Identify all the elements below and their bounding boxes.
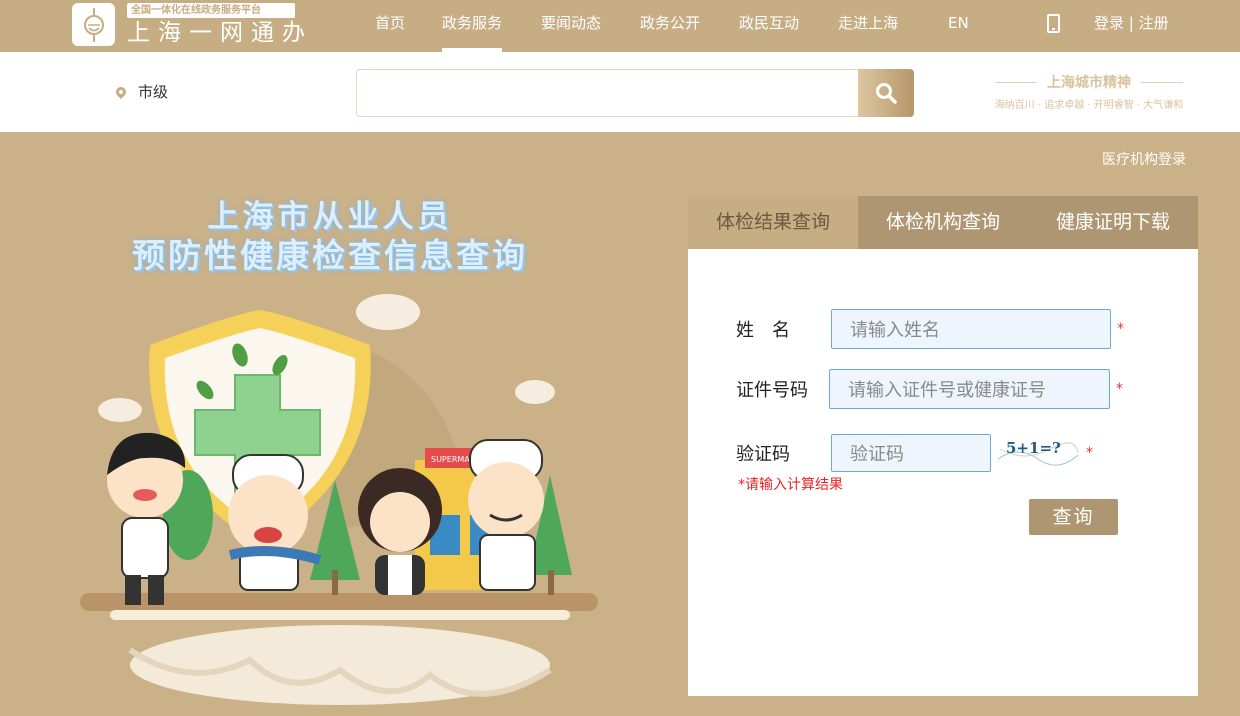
- nav-english[interactable]: EN: [948, 0, 969, 52]
- hero-title-line1: 上海市从业人员: [207, 199, 453, 235]
- id-number-label: 证件号码: [736, 380, 808, 401]
- query-tabs: 体检结果查询 体检机构查询 健康证明下载: [688, 196, 1198, 249]
- svg-text:5+1=?: 5+1=?: [1006, 439, 1061, 457]
- nav-interaction[interactable]: 政民互动: [739, 0, 799, 52]
- required-mark: *: [1117, 321, 1124, 337]
- svg-text:SUPERMA: SUPERMA: [431, 455, 470, 464]
- required-mark: *: [1086, 445, 1093, 461]
- id-number-input[interactable]: 请输入证件号或健康证号: [829, 369, 1110, 409]
- nav-home[interactable]: 首页: [375, 0, 405, 52]
- captcha-hint: *请输入计算结果: [738, 477, 843, 493]
- search-button[interactable]: [858, 69, 914, 117]
- city-spirit-title: 上海城市精神: [965, 72, 1213, 92]
- top-nav: 全国一体化在线政务服务平台 上海一网通办 首页 政务服务 要闻动态 政务公开 政…: [0, 0, 1240, 52]
- captcha-input[interactable]: 验证码: [831, 434, 991, 472]
- tab-health-certificate-download[interactable]: 健康证明下载: [1028, 196, 1198, 249]
- search-icon: [876, 83, 897, 104]
- medical-institution-login-link[interactable]: 医疗机构登录: [1102, 149, 1186, 169]
- captcha-image[interactable]: 5+1=?: [996, 435, 1080, 471]
- tab-exam-result-query[interactable]: 体检结果查询: [688, 196, 858, 249]
- login-register-link[interactable]: 登录 | 注册: [1094, 0, 1169, 46]
- required-mark: *: [1116, 381, 1123, 397]
- search-bar: 市级 上海城市精神 海纳百川 · 追求卓越 · 开明睿智 · 大气谦和: [0, 52, 1240, 132]
- name-label: 姓 名: [736, 320, 790, 341]
- id-row: 证件号码 请输入证件号或健康证号 *: [736, 369, 1123, 409]
- query-panel: 体检结果查询 体检机构查询 健康证明下载 姓 名 请输入姓名 * 证件号码 请输…: [688, 196, 1198, 696]
- health-check-illustration: SUPERMA: [80, 294, 598, 705]
- location-pin-icon: [113, 84, 129, 99]
- location-selector[interactable]: 市级: [113, 81, 169, 102]
- mobile-phone-icon[interactable]: [1047, 14, 1060, 33]
- city-spirit-banner: 上海城市精神 海纳百川 · 追求卓越 · 开明睿智 · 大气谦和: [965, 72, 1213, 111]
- character-chef-2: [468, 439, 544, 591]
- search-input[interactable]: [356, 69, 859, 117]
- site-logo[interactable]: 全国一体化在线政务服务平台 上海一网通办: [72, 3, 313, 47]
- logo-title: 上海一网通办: [127, 20, 313, 46]
- logo-emblem-icon: [72, 3, 115, 46]
- captcha-label: 验证码: [736, 444, 790, 465]
- logo-subtitle: 全国一体化在线政务服务平台: [127, 3, 295, 18]
- nav-about-shanghai[interactable]: 走进上海: [838, 0, 898, 52]
- query-button[interactable]: 查询: [1029, 499, 1118, 535]
- nav-government-services[interactable]: 政务服务: [442, 0, 503, 52]
- city-spirit-motto: 海纳百川 · 追求卓越 · 开明睿智 · 大气谦和: [994, 100, 1184, 111]
- name-input[interactable]: 请输入姓名: [831, 309, 1111, 349]
- location-label: 市级: [138, 83, 169, 101]
- name-row: 姓 名 请输入姓名 *: [736, 309, 1124, 349]
- hero-title: 上海市从业人员 预防性健康检查信息查询: [100, 198, 560, 276]
- captcha-row: 验证码 验证码 5+1=? *: [736, 434, 1093, 472]
- tab-exam-institution-query[interactable]: 体检机构查询: [858, 196, 1028, 249]
- nav-public-affairs[interactable]: 政务公开: [640, 0, 700, 52]
- nav-news[interactable]: 要闻动态: [541, 0, 601, 52]
